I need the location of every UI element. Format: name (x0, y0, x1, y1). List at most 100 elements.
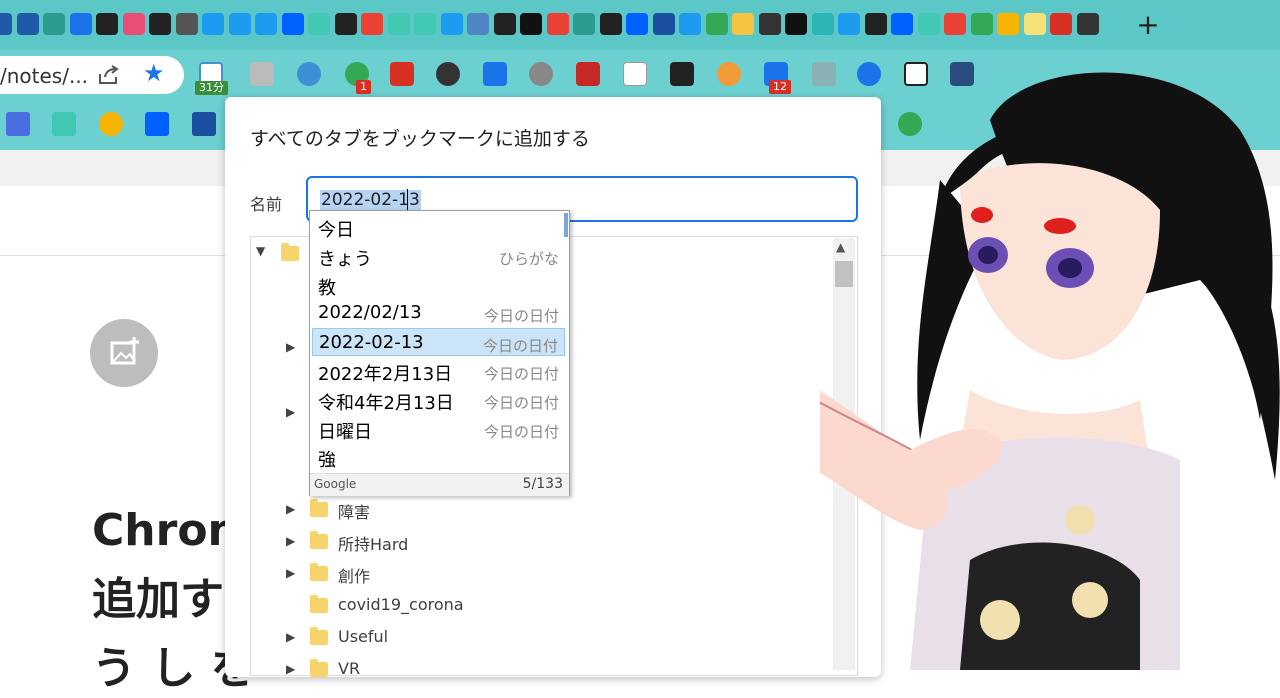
bookmark-edge-icon[interactable] (192, 112, 216, 136)
tab-favicon-vr-icon[interactable] (175, 13, 198, 35)
tab-favicon-note-3-icon[interactable] (414, 13, 436, 35)
expand-triangle-icon[interactable]: ▶ (286, 630, 295, 644)
ime-scrollbar[interactable] (564, 213, 568, 237)
tab-favicon-lines-icon[interactable] (69, 13, 92, 35)
tab-favicon-barcode-icon[interactable] (520, 13, 542, 35)
ime-candidate-text: 今日 (318, 220, 354, 241)
chat-extension-icon[interactable] (717, 62, 741, 86)
tab-favicon-dropbox-3-icon[interactable] (891, 13, 913, 35)
folder-name[interactable]: 創作 (338, 563, 370, 587)
add-image-button[interactable] (90, 319, 158, 387)
ime-candidate-selected[interactable]: 2022-02-13 今日の日付 (312, 328, 565, 357)
download-extension-icon[interactable] (483, 62, 507, 86)
tab-favicon-twitter-4-icon[interactable] (440, 13, 463, 35)
tab-favicon-ship-2-icon[interactable] (16, 13, 39, 35)
tab-favicon-earth-3-icon[interactable] (599, 13, 622, 35)
ime-candidate[interactable]: きょう ひらがな (312, 242, 565, 270)
folder-name[interactable]: 所持Hard (338, 531, 408, 555)
new-tab-button[interactable]: + (1136, 8, 1160, 42)
tab-favicon-twitter-3-icon[interactable] (255, 13, 277, 35)
address-bar[interactable]: /notes/... ★ (0, 56, 184, 94)
collapse-triangle-icon[interactable]: ▼ (256, 244, 265, 258)
folder-name[interactable]: 障害 (338, 499, 370, 523)
bookmark-dropbox-icon[interactable] (145, 112, 169, 136)
tab-favicon-book-icon[interactable] (43, 13, 65, 35)
g-extension-icon[interactable] (623, 62, 647, 86)
bookmark-bulb-icon[interactable] (99, 112, 123, 136)
tab-favicon-medium-icon[interactable] (96, 13, 118, 35)
tab-favicon-earth-2-icon[interactable] (493, 13, 516, 35)
folder-icon (310, 595, 328, 613)
ime-candidate[interactable]: 日曜日 今日の日付 (312, 415, 565, 443)
expand-triangle-icon[interactable]: ▶ (286, 405, 295, 419)
tab-favicon-seven-icon[interactable] (467, 13, 489, 35)
tab-favicon-note-2-icon[interactable] (387, 13, 410, 35)
tab-favicon-dots-icon[interactable] (122, 13, 145, 35)
tab-favicon-twitter-2-icon[interactable] (228, 13, 251, 35)
article-heading-line-2: 追加す (92, 574, 224, 625)
tab-favicon-twitter-icon[interactable] (202, 13, 224, 35)
url-text[interactable]: /notes/... (0, 64, 88, 88)
expand-triangle-icon[interactable]: ▶ (286, 662, 295, 676)
tab-favicon-earth-icon[interactable] (149, 13, 171, 35)
expand-triangle-icon[interactable]: ▶ (286, 534, 295, 548)
pen-extension-icon[interactable] (297, 62, 321, 86)
ime-candidate[interactable]: 2022年2月13日 今日の日付 (312, 357, 565, 385)
tab-favicon-dropbox-icon[interactable] (281, 13, 304, 35)
tab-favicon-kotoba-icon[interactable] (1023, 13, 1046, 35)
tab-favicon-google-icon[interactable] (361, 13, 383, 35)
ime-candidate-window[interactable]: 今日 きょう ひらがな教 2022/02/13 今日の日付 2022-02-13 今日の日付… (309, 210, 570, 496)
tab-favicon-google-2-icon[interactable] (546, 13, 569, 35)
tab-favicon-gmail-icon[interactable] (970, 13, 993, 35)
tab-favicon-note-4-icon[interactable] (917, 13, 940, 35)
bookmark-note-icon[interactable] (52, 112, 76, 136)
ime-candidate[interactable]: 2022/02/13 今日の日付 (312, 299, 565, 327)
ime-candidate[interactable]: 強 (312, 443, 565, 471)
folder-name[interactable]: covid19_corona (338, 595, 464, 614)
folder-name[interactable]: Useful (338, 627, 388, 646)
tab-favicon-dropbox-2-icon[interactable] (626, 13, 648, 35)
hand-extension-icon[interactable] (529, 62, 553, 86)
share-icon[interactable] (98, 65, 120, 85)
tab-favicon-notion-icon[interactable] (652, 13, 675, 35)
tab-favicon-monitor-icon[interactable] (334, 13, 357, 35)
tab-favicon-play-icon[interactable] (705, 13, 728, 35)
tab-favicon-rocket-icon[interactable] (573, 13, 595, 35)
expand-triangle-icon[interactable]: ▶ (286, 340, 295, 354)
tab-favicon-paint-icon[interactable] (997, 13, 1019, 35)
tab-favicon-twitter-6-icon[interactable] (838, 13, 860, 35)
ime-candidate-note: 今日の日付 (483, 393, 559, 412)
ime-candidate[interactable]: 教 (312, 271, 565, 299)
tab-favicon-ship-icon[interactable] (0, 13, 12, 35)
calendar-badge: 31分 (195, 81, 228, 95)
folder-name[interactable]: VR (338, 659, 360, 678)
tab-favicon-twitter-5-icon[interactable] (679, 13, 701, 35)
folder-icon (310, 563, 328, 581)
ime-candidate-text: 強 (318, 450, 336, 472)
circle-extension-icon[interactable] (436, 62, 460, 86)
tab-favicon-window-icon[interactable] (811, 13, 834, 35)
tab-favicon-android-icon[interactable] (758, 13, 781, 35)
ime-candidate[interactable]: 今日 (312, 213, 565, 241)
book-extension-icon[interactable] (670, 62, 694, 86)
camera-extension-icon[interactable] (250, 62, 274, 86)
ime-candidate-text: きょう (318, 248, 372, 270)
bookmark-star-icon[interactable]: ★ (143, 59, 165, 87)
expand-triangle-icon[interactable]: ▶ (286, 502, 295, 516)
bookmark-blue-icon[interactable] (6, 112, 30, 136)
tab-favicon-z-icon[interactable] (785, 13, 807, 35)
text-caret (407, 189, 408, 211)
one-extension-icon[interactable] (390, 62, 414, 86)
red-face-extension-icon[interactable] (576, 62, 600, 86)
ime-candidate-text: 2022/02/13 (318, 302, 422, 324)
tab-favicon-red-logo-icon[interactable] (1050, 13, 1072, 35)
tab-favicon-character-icon[interactable] (732, 13, 754, 35)
expand-triangle-icon[interactable]: ▶ (286, 566, 295, 580)
tab-favicon-github-icon[interactable] (864, 13, 887, 35)
ime-candidate-note: 今日の日付 (483, 422, 559, 441)
ime-candidate[interactable]: 令和4年2月13日 今日の日付 (312, 386, 565, 414)
tab-favicon-star-icon[interactable] (1076, 13, 1099, 35)
extension-badge-1: 1 (356, 80, 371, 94)
tab-favicon-note-icon[interactable] (308, 13, 330, 35)
tab-favicon-google-3-icon[interactable] (944, 13, 966, 35)
